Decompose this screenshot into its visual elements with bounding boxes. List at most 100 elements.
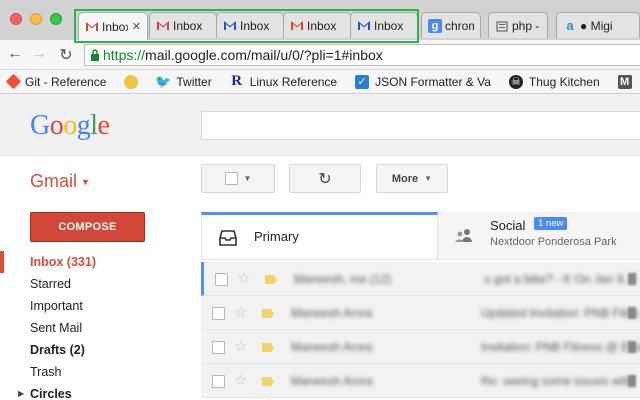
bookmark-thug-kitchen[interactable]: ☠ Thug Kitchen	[508, 74, 600, 89]
tab-label: Inbox	[374, 18, 404, 33]
inbox-icon	[223, 19, 237, 33]
skull-icon: ☠	[508, 74, 523, 89]
url-scheme: https://	[103, 47, 146, 63]
select-all-button[interactable]: ▼	[201, 164, 275, 193]
tab-social[interactable]: Social 1 new Nextdoor Ponderosa Park	[438, 212, 640, 259]
bookmark-m[interactable]: M	[617, 74, 638, 89]
back-arrow-icon[interactable]: ←	[5, 45, 25, 63]
check-icon: ✓	[355, 74, 370, 89]
php-icon	[495, 19, 509, 33]
browser-tab-inbox-2[interactable]: Inbox	[149, 12, 217, 38]
message-sender: Maneesh Arora	[291, 374, 373, 388]
browser-tab-inbox-3[interactable]: Inbox	[216, 12, 284, 38]
google-icon: g	[428, 18, 442, 33]
star-icon[interactable]: ☆	[234, 303, 247, 321]
row-edge-icon	[628, 307, 636, 319]
tab-social-label: Social	[490, 218, 526, 233]
more-button[interactable]: More ▼	[376, 164, 448, 193]
category-tabs: Primary Social 1 new Nextdoor Ponderosa …	[201, 212, 640, 260]
bookmark-yellow[interactable]	[124, 74, 144, 89]
bookmark-json-formatter[interactable]: ✓ JSON Formatter & Va	[355, 74, 491, 89]
important-marker-icon[interactable]	[262, 343, 274, 352]
gmail-header: Google	[0, 94, 640, 156]
message-row[interactable]: ☆ Maneesh Arora Updated Invitation: PNB …	[201, 296, 640, 330]
lock-icon	[91, 49, 99, 61]
browser-tab-php[interactable]: php - (	[488, 12, 548, 38]
bookmark-twitter[interactable]: 🐦 Twitter	[155, 74, 211, 89]
message-subject: Updated Invitation: PNB Fitne	[481, 306, 640, 320]
message-sender: Maneesh Arora	[291, 340, 373, 354]
browser-tab-chrome[interactable]: g chrom	[421, 12, 481, 38]
tab-primary[interactable]: Primary	[201, 212, 438, 259]
message-row[interactable]: ☆ Maneesh Arora Invitation: PNB Fitness …	[201, 330, 640, 364]
tab-label: php - (	[512, 18, 541, 33]
browser-tab-inbox-1[interactable]: Inbox ✕	[78, 12, 148, 40]
gmail-icon	[85, 20, 99, 34]
tab-label: ● Migi	[580, 18, 613, 33]
url-text: mail.google.com/mail/u/0/?pli=1#inbox	[145, 47, 383, 63]
nav-sent-mail[interactable]: Sent Mail	[0, 317, 190, 339]
nav-drafts[interactable]: Drafts (2)	[0, 339, 190, 361]
row-checkbox[interactable]	[212, 307, 225, 320]
chevron-down-icon: ▼	[424, 174, 433, 183]
nav-inbox[interactable]: Inbox (331)	[0, 251, 190, 273]
nav-circles[interactable]: ▶ Circles	[0, 383, 190, 400]
star-icon[interactable]: ☆	[234, 337, 247, 355]
nav-starred[interactable]: Starred	[0, 273, 190, 295]
google-logo[interactable]: Google	[30, 110, 110, 142]
important-marker-icon[interactable]	[262, 377, 274, 386]
bookmark-label: JSON Formatter & Va	[375, 74, 491, 89]
message-list: ☆ Maneesh, me (12) u got a bike? - K On …	[201, 262, 640, 398]
important-marker-icon[interactable]	[265, 275, 277, 284]
browser-tab-inbox-5[interactable]: Inbox	[350, 12, 418, 38]
bookmark-git-reference[interactable]: Git - Reference	[5, 73, 107, 90]
tab-primary-label: Primary	[254, 229, 299, 244]
row-checkbox[interactable]	[212, 341, 225, 354]
nav-circles-label: Circles	[30, 387, 72, 400]
window-close-icon[interactable]	[10, 13, 22, 25]
browser-tab-migi[interactable]: a ● Migi	[556, 12, 640, 38]
tab-label: chrom	[445, 18, 474, 33]
compose-button[interactable]: COMPOSE	[30, 212, 145, 242]
row-edge-icon	[628, 273, 636, 285]
window-minimize-icon[interactable]	[30, 13, 42, 25]
tab-close-icon[interactable]: ✕	[132, 20, 141, 33]
a-icon: a	[566, 18, 574, 33]
tab-label: Inbox	[307, 18, 337, 33]
row-checkbox[interactable]	[215, 273, 228, 286]
chevron-down-icon: ▼	[81, 177, 90, 188]
message-row[interactable]: ☆ Maneesh, me (12) u got a bike? - K On …	[201, 262, 640, 296]
new-badge: 1 new	[534, 217, 568, 230]
gmail-label-text: Gmail	[30, 171, 78, 191]
forward-arrow-icon[interactable]: →	[29, 45, 49, 63]
row-edge-icon	[628, 375, 636, 387]
star-icon[interactable]: ☆	[234, 371, 247, 389]
address-bar[interactable]: https://mail.google.com/mail/u/0/?pli=1#…	[84, 44, 640, 66]
important-marker-icon[interactable]	[262, 309, 274, 318]
expand-triangle-icon[interactable]: ▶	[18, 383, 24, 400]
browser-tab-inbox-4[interactable]: Inbox	[283, 12, 351, 38]
nav-trash[interactable]: Trash	[0, 361, 190, 383]
star-icon[interactable]: ☆	[237, 269, 250, 287]
bookmark-label: Git - Reference	[25, 74, 107, 89]
tab-label: Inbox	[240, 18, 270, 33]
browser-toolbar: ← → ↻ https://mail.google.com/mail/u/0/?…	[0, 40, 640, 70]
nav-important[interactable]: Important	[0, 295, 190, 317]
message-row[interactable]: ☆ Maneesh Arora Re: seeing some issues w…	[201, 364, 640, 398]
reload-icon[interactable]: ↻	[56, 45, 76, 65]
search-input[interactable]	[201, 111, 640, 140]
inbox-icon	[357, 19, 371, 33]
row-checkbox[interactable]	[212, 375, 225, 388]
checkbox-icon	[224, 172, 238, 185]
git-icon	[5, 73, 22, 90]
bookmark-linux-reference[interactable]: R Linux Reference	[230, 73, 337, 89]
message-subject: Invitation: PNB Fitness @ Every	[481, 340, 640, 354]
row-edge-icon	[628, 341, 636, 353]
tab-label: Inbox	[173, 18, 203, 33]
gmail-app-switcher[interactable]: Gmail ▼	[30, 171, 90, 192]
inbox-tray-icon	[219, 230, 237, 246]
window-maximize-icon[interactable]	[50, 13, 62, 25]
message-sender: Maneesh, me (12)	[294, 272, 392, 286]
refresh-icon: ↻	[318, 170, 332, 188]
refresh-button[interactable]: ↻	[289, 164, 361, 193]
